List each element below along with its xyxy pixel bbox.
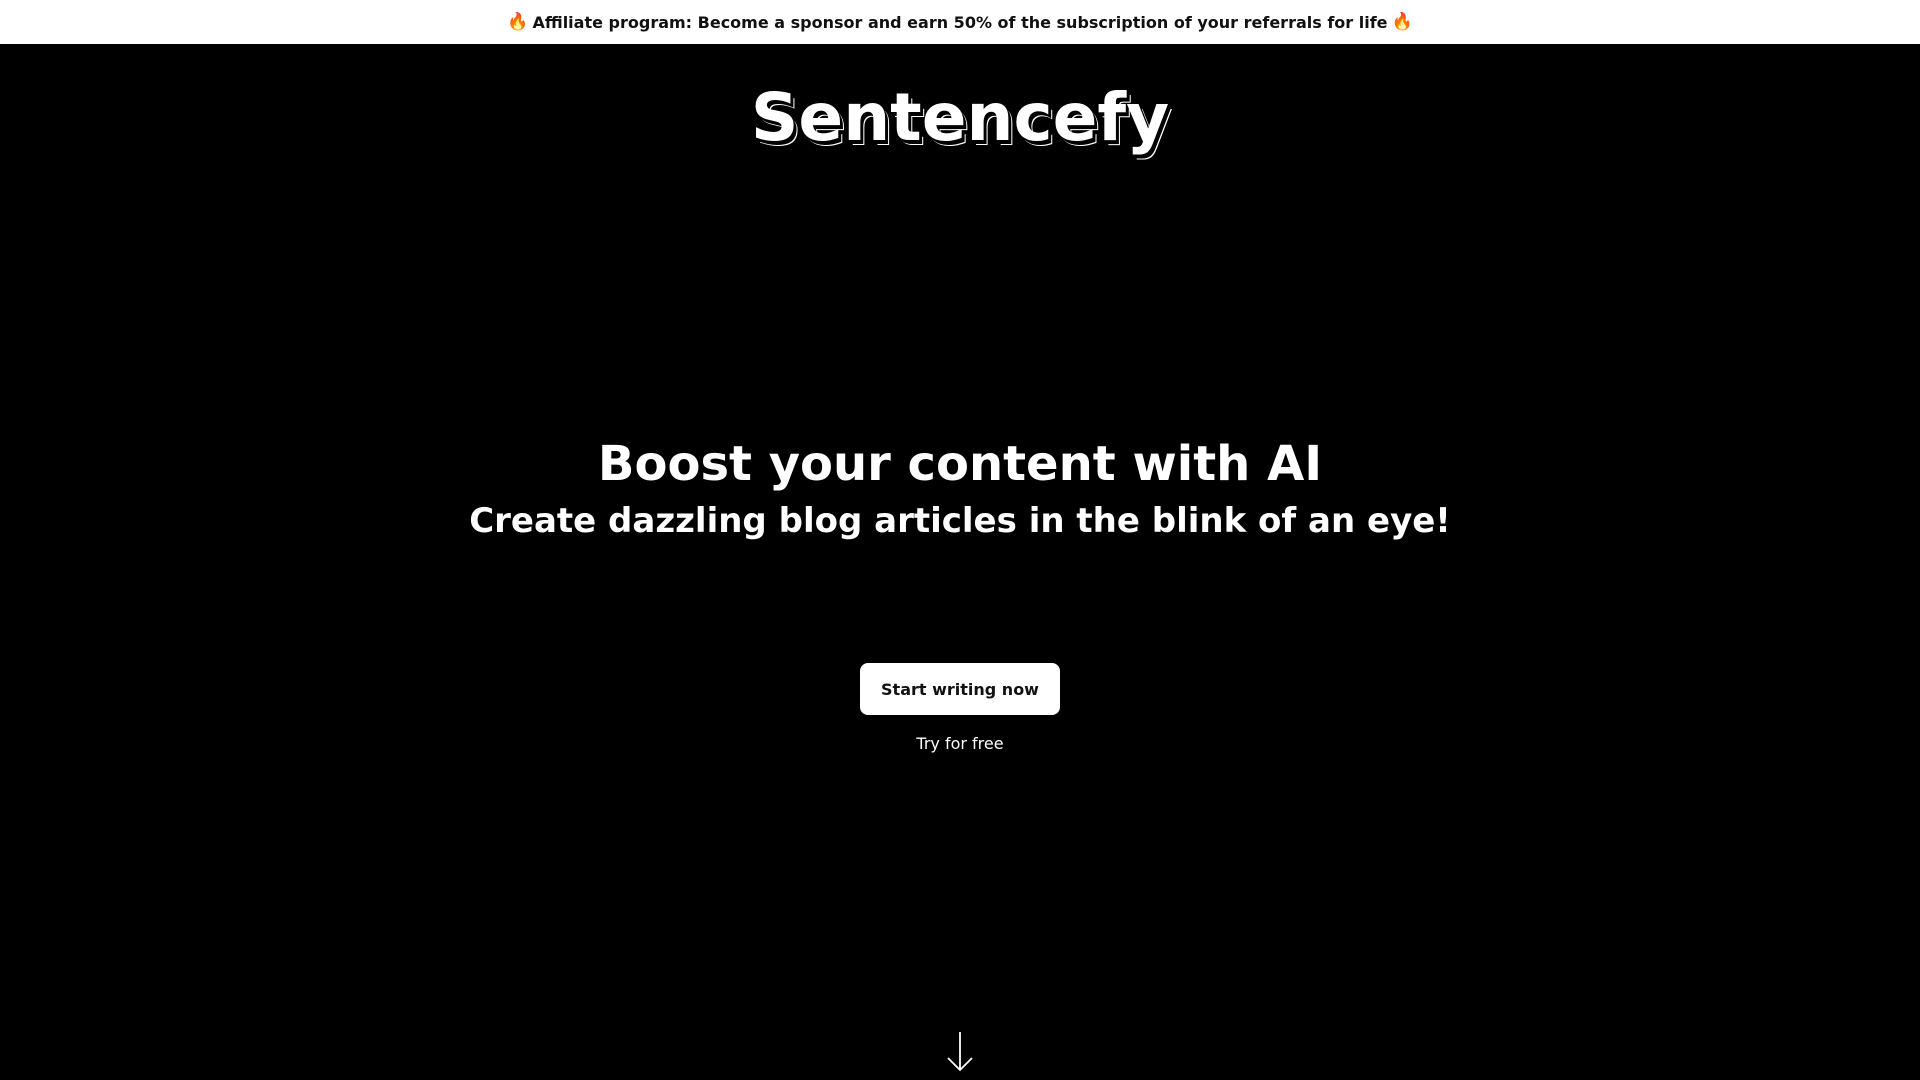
try-for-free-note: Try for free (916, 734, 1004, 753)
site-logo[interactable]: Sentencefy (0, 72, 1920, 164)
hero-headline: Boost your content with AI (597, 436, 1323, 492)
fire-icon: 🔥 (1391, 12, 1413, 32)
affiliate-banner[interactable]: 🔥 Affiliate program: Become a sponsor an… (0, 0, 1920, 44)
arrow-down-icon[interactable] (945, 1030, 975, 1072)
cta-container: Start writing now (0, 663, 1920, 715)
fire-icon: 🔥 (507, 12, 529, 32)
affiliate-banner-text[interactable]: Affiliate program: Become a sponsor and … (532, 13, 1387, 32)
hero-section: Boost your content with AI Create dazzli… (0, 432, 1920, 546)
start-writing-button[interactable]: Start writing now (860, 663, 1060, 715)
hero-subheadline: Create dazzling blog articles in the bli… (469, 501, 1451, 541)
